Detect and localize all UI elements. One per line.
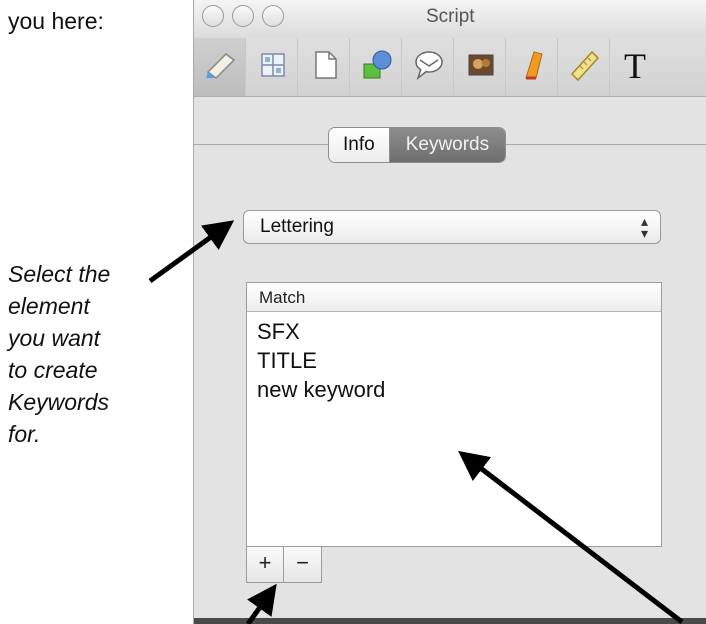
keyword-list: SFX TITLE new keyword xyxy=(247,312,661,404)
keyword-table: Match SFX TITLE new keyword xyxy=(246,282,662,547)
pencil-tool-icon xyxy=(206,53,236,79)
tab-segmented-control: Info Keywords xyxy=(328,127,507,163)
add-keyword-button[interactable]: + xyxy=(246,547,284,583)
column-header-match[interactable]: Match xyxy=(247,283,661,312)
title-bar: Script xyxy=(194,0,706,38)
element-popup-button[interactable]: Lettering ▴ ▾ xyxy=(243,210,661,244)
text-tool-icon: T xyxy=(624,48,646,82)
marker-tool-button[interactable] xyxy=(506,38,558,96)
element-popup-value: Lettering xyxy=(260,216,334,237)
caption-line: Select the xyxy=(8,261,111,287)
inspector-panel: Info Keywords Lettering ▴ ▾ Match SFX TIT… xyxy=(194,97,706,624)
close-button[interactable] xyxy=(202,5,224,27)
caption-line: Keywords xyxy=(8,389,109,415)
zoom-button[interactable] xyxy=(262,5,284,27)
script-window: Script T Info Keywords Lettering ▴ ▾ Mat… xyxy=(193,0,706,624)
window-title: Script xyxy=(426,6,475,27)
marker-icon xyxy=(525,51,543,80)
caption-line: you want xyxy=(8,325,101,351)
page-icon xyxy=(315,51,337,79)
text-tool-button[interactable]: T xyxy=(610,38,662,96)
toolbar: T xyxy=(194,38,706,97)
pencil-tool-button[interactable] xyxy=(194,38,246,96)
add-remove-bar: + − xyxy=(246,547,322,583)
tab-info[interactable]: Info xyxy=(329,128,389,162)
caption-line: to create xyxy=(8,357,98,383)
page-tool-button[interactable] xyxy=(298,38,350,96)
image-icon xyxy=(468,54,494,76)
caption-select-element: Select the element you want to create Ke… xyxy=(8,258,178,450)
caption-line: element xyxy=(8,293,90,319)
table-row[interactable]: new keyword xyxy=(247,375,661,404)
window-bottom-edge xyxy=(194,618,706,624)
minimize-button[interactable] xyxy=(232,5,254,27)
balloon-tool-button[interactable] xyxy=(402,38,454,96)
caption-top: you here: xyxy=(8,8,104,34)
grid-tool-button[interactable] xyxy=(246,38,298,96)
svg-text:T: T xyxy=(624,48,646,82)
remove-keyword-button[interactable]: − xyxy=(284,547,322,583)
ruler-icon xyxy=(570,50,600,82)
shapes-icon xyxy=(363,50,392,79)
table-row[interactable]: SFX xyxy=(247,317,661,346)
tab-keywords[interactable]: Keywords xyxy=(388,128,506,162)
ruler-tool-button[interactable] xyxy=(558,38,610,96)
table-row[interactable]: TITLE xyxy=(247,346,661,375)
grid-icon xyxy=(261,53,285,77)
caption-line: for. xyxy=(8,421,41,447)
shapes-tool-button[interactable] xyxy=(350,38,402,96)
image-tool-button[interactable] xyxy=(454,38,506,96)
updown-arrows-icon: ▴ ▾ xyxy=(640,213,648,241)
speech-balloon-icon xyxy=(415,51,443,81)
